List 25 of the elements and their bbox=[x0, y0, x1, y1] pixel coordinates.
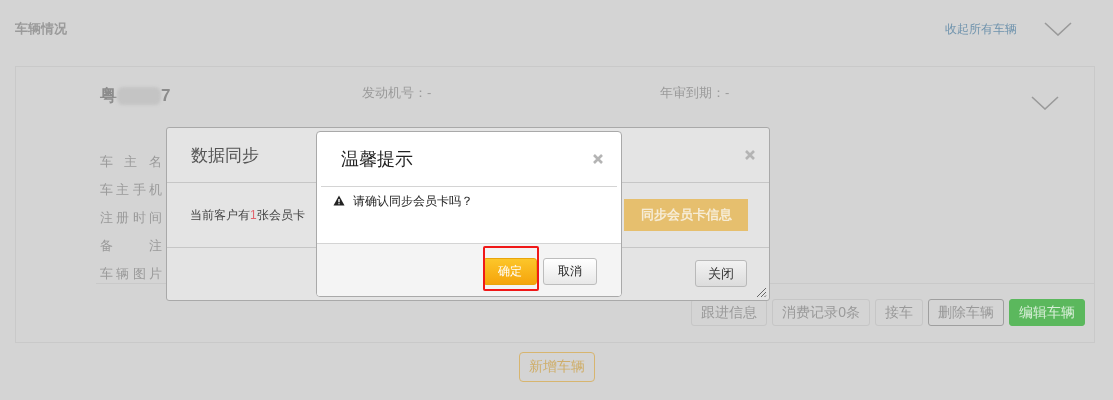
confirm-button[interactable]: 确定 bbox=[483, 257, 537, 285]
chevron-down-icon[interactable] bbox=[1044, 22, 1072, 36]
edit-button[interactable]: 编辑车辆 bbox=[1009, 299, 1085, 326]
action-button[interactable]: 跟进信息 bbox=[691, 299, 768, 326]
spec-field: 年审到期：- bbox=[660, 84, 1031, 107]
dialog-message: 当前客户有1张会员卡 bbox=[190, 206, 305, 224]
close-button[interactable]: 关闭 bbox=[695, 260, 747, 287]
field-label: 备 注 bbox=[100, 237, 162, 255]
plate-number: 粤 bbox=[100, 85, 117, 107]
close-icon[interactable] bbox=[745, 150, 755, 160]
dialog-title: 温馨提示 bbox=[341, 148, 413, 171]
close-icon[interactable] bbox=[593, 154, 603, 164]
collapse-all-link[interactable]: 收起所有车辆 bbox=[945, 20, 1017, 38]
warning-icon bbox=[333, 195, 345, 206]
cancel-button[interactable]: 取消 bbox=[543, 257, 597, 285]
chevron-down-icon[interactable] bbox=[1031, 96, 1059, 110]
dialog-title: 数据同步 bbox=[191, 144, 259, 167]
action-button[interactable]: 删除车辆 bbox=[928, 299, 1004, 326]
resize-grip-icon[interactable] bbox=[756, 287, 767, 298]
add-vehicle-button[interactable]: 新增车辆 bbox=[518, 352, 595, 382]
action-button[interactable]: 接车 bbox=[875, 299, 923, 326]
section-title: 车辆情况 bbox=[15, 20, 67, 38]
sync-card-button[interactable]: 同步会员卡信息 bbox=[624, 199, 748, 231]
dialog-message: 请确认同步会员卡吗？ bbox=[353, 193, 473, 210]
plate-number: 7 bbox=[161, 85, 171, 106]
